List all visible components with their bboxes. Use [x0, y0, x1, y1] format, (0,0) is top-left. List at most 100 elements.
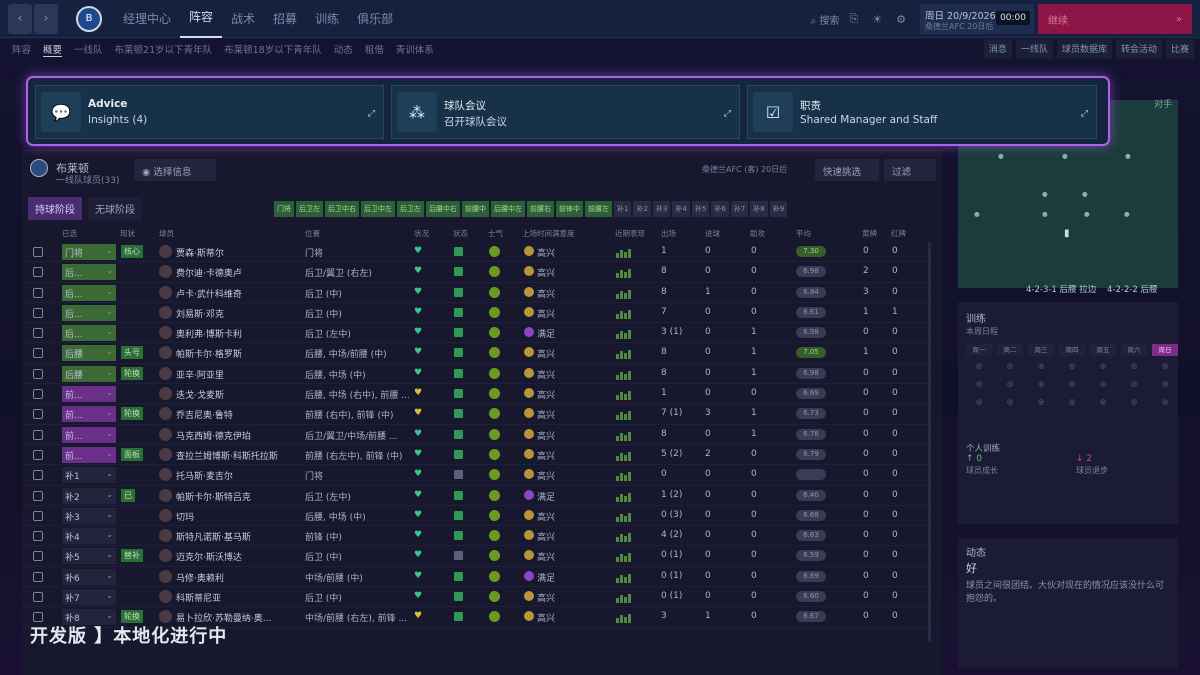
subnav-dynamics[interactable]: 动态 [334, 42, 353, 56]
position-chip[interactable]: 后腰中左 [491, 201, 525, 217]
quick-pick-dropdown[interactable]: 快速挑选 [815, 159, 879, 181]
position-chip[interactable]: 前腰左 [585, 201, 612, 217]
select-checkbox[interactable] [33, 551, 43, 562]
column-header[interactable]: 出场 [661, 228, 676, 239]
nav-recruitment[interactable]: 招募 [264, 0, 306, 38]
select-checkbox[interactable] [33, 429, 43, 440]
bookmark-icon[interactable]: ⎘ [849, 12, 858, 26]
select-checkbox[interactable] [33, 247, 43, 257]
selection-dropdown[interactable]: 补6 ⌄ [62, 568, 116, 585]
select-checkbox[interactable] [33, 510, 43, 521]
selection-dropdown[interactable]: 后... ⌄ [62, 264, 116, 281]
player-database-button[interactable]: 球员数据库 [1056, 39, 1112, 59]
selection-dropdown[interactable]: 后... ⌄ [62, 304, 116, 321]
subnav-u21[interactable]: 布莱顿21岁以下青年队 [115, 42, 213, 56]
expand-icon[interactable]: ⤢ [368, 109, 375, 119]
selection-dropdown[interactable]: 补2 ⌄ [62, 487, 116, 504]
position-chip[interactable]: 补8 [750, 201, 768, 217]
table-row[interactable]: 补4 ⌄ 斯特凡诺斯·基马斯 前锋 (中) ♥ 高兴 4 (2) 0 0 6.63 0 0 [22, 526, 932, 547]
table-row[interactable]: 后... ⌄ 费尔迪·卡德奥卢 后卫/翼卫 (右左) ♥ 高兴 8 0 0 6.98 2 0 [22, 262, 932, 283]
player-name[interactable]: 切玛 [176, 510, 194, 523]
select-checkbox[interactable] [33, 592, 43, 603]
column-header[interactable]: 上场时间满意度 [522, 228, 575, 239]
subnav-first-team[interactable]: 一线队 [74, 42, 103, 56]
select-checkbox[interactable] [33, 531, 43, 542]
nav-squad[interactable]: 阵容 [180, 0, 223, 38]
club-badge-icon[interactable]: B [76, 5, 102, 32]
select-info-dropdown[interactable]: ◉ 选择信息 [134, 159, 216, 181]
nav-manager-center[interactable]: 经理中心 [114, 0, 180, 38]
next-match[interactable]: 桑德兰AFC (客) 20日后 [702, 164, 787, 175]
training-session-icon[interactable]: ◎ [966, 362, 992, 376]
selection-dropdown[interactable]: 后... ⌄ [62, 284, 116, 301]
subnav-u18[interactable]: 布莱顿18岁以下青年队 [224, 42, 322, 56]
gear-icon[interactable]: ⚙ [896, 13, 906, 26]
training-session-icon[interactable]: ◎ [997, 398, 1023, 412]
selection-dropdown[interactable]: 补7 ⌄ [62, 589, 116, 606]
column-header[interactable]: 位置 [305, 228, 320, 239]
training-day[interactable]: 周四 [1059, 344, 1085, 356]
training-session-icon[interactable]: ◎ [1028, 362, 1054, 376]
team-meeting-card[interactable]: ⁂ 球队会议 召开球队会议 ⤢ [391, 85, 740, 139]
selection-dropdown[interactable]: 后腰 ⌄ [62, 365, 116, 382]
messages-button[interactable]: 消息 [983, 39, 1012, 59]
filter-dropdown[interactable]: 过滤 [884, 159, 936, 181]
training-session-icon[interactable]: ◎ [1121, 380, 1147, 394]
training-day[interactable]: 周二 [997, 344, 1023, 356]
player-name[interactable]: 马克西姆·德克伊珀 [176, 429, 251, 442]
training-day[interactable]: 周一 [966, 344, 992, 356]
select-checkbox[interactable] [33, 409, 43, 420]
select-checkbox[interactable] [33, 490, 43, 501]
select-checkbox[interactable] [33, 449, 43, 460]
player-name[interactable]: 刘易斯·邓克 [176, 307, 224, 320]
training-session-icon[interactable]: ◎ [966, 380, 992, 394]
select-checkbox[interactable] [33, 287, 43, 298]
selection-dropdown[interactable]: 后... ⌄ [62, 325, 116, 342]
selection-dropdown[interactable]: 门将 ⌄ [62, 244, 116, 260]
select-checkbox[interactable] [33, 307, 43, 318]
responsibilities-card[interactable]: ☑ 职责 Shared Manager and Staff ⤢ [747, 85, 1097, 139]
select-checkbox[interactable] [33, 368, 43, 379]
select-checkbox[interactable] [33, 348, 43, 359]
forward-button[interactable]: › [34, 3, 58, 34]
training-session-icon[interactable]: ◎ [1121, 398, 1147, 412]
column-header[interactable]: 红牌 [891, 228, 906, 239]
table-row[interactable]: 补6 ⌄ 马修·奥赖利 中场/前腰 (中) ♥ 满足 0 (1) 0 0 6.69 0 0 [22, 567, 932, 588]
subnav-squad[interactable]: 阵容 [12, 42, 31, 56]
training-session-icon[interactable]: ◎ [997, 380, 1023, 394]
player-name[interactable]: 卢卡·武什科维奇 [176, 287, 242, 300]
nav-training[interactable]: 训练 [306, 0, 348, 38]
position-chip[interactable]: 后卫左 [397, 201, 424, 217]
select-checkbox[interactable] [33, 571, 43, 582]
player-name[interactable]: 托马斯·麦吉尔 [176, 469, 233, 482]
training-widget[interactable]: 训练 本周日程 周一 周二 周三 周四 周五 周六 周日 ◎ ◎ ◎ ◎ ◎ ◎ ◎ ◎ ◎ ◎ ◎ ◎ ◎ ◎ ◎ ◎ ◎… [958, 302, 1178, 524]
training-session-icon[interactable]: ◎ [1028, 380, 1054, 394]
select-checkbox[interactable] [33, 267, 43, 278]
position-chip[interactable]: 补4 [672, 201, 690, 217]
training-session-icon[interactable]: ◎ [1152, 398, 1178, 412]
player-name[interactable]: 迭戈·戈麦斯 [176, 388, 224, 401]
player-name[interactable]: 帕斯卡尔·斯特吕克 [176, 490, 251, 503]
table-row[interactable]: 补2 ⌄ 已 帕斯卡尔·斯特吕克 后卫 (左中) ♥ 满足 1 (2) 0 0 6.40 0 0 [22, 486, 932, 506]
player-name[interactable]: 迈克尔·斯沃博达 [176, 550, 242, 563]
selection-dropdown[interactable]: 补3 ⌄ [62, 507, 116, 524]
column-header[interactable]: 现状 [120, 228, 135, 239]
player-name[interactable]: 斯特凡诺斯·基马斯 [176, 530, 251, 543]
player-name[interactable]: 亚辛·阿亚里 [176, 368, 224, 381]
training-session-icon[interactable]: ◎ [1059, 380, 1085, 394]
select-checkbox[interactable] [33, 470, 43, 481]
training-day[interactable]: 周三 [1028, 344, 1054, 356]
select-checkbox[interactable] [33, 328, 43, 339]
column-header[interactable]: 进球 [705, 228, 720, 239]
training-session-icon[interactable]: ◎ [1090, 398, 1116, 412]
position-chip[interactable]: 后卫左 [296, 201, 323, 217]
training-day[interactable]: 周日 [1152, 344, 1178, 356]
position-chip[interactable]: 补6 [711, 201, 729, 217]
training-session-icon[interactable]: ◎ [966, 398, 992, 412]
match-button[interactable]: 比赛 [1165, 39, 1194, 59]
select-checkbox[interactable] [33, 612, 43, 623]
player-name[interactable]: 奥利弗·博斯卡利 [176, 327, 242, 340]
expand-icon[interactable]: ⤢ [724, 109, 731, 119]
search-button[interactable]: ⌕ 搜索 [811, 12, 840, 27]
position-chip[interactable]: 补9 [769, 201, 788, 217]
